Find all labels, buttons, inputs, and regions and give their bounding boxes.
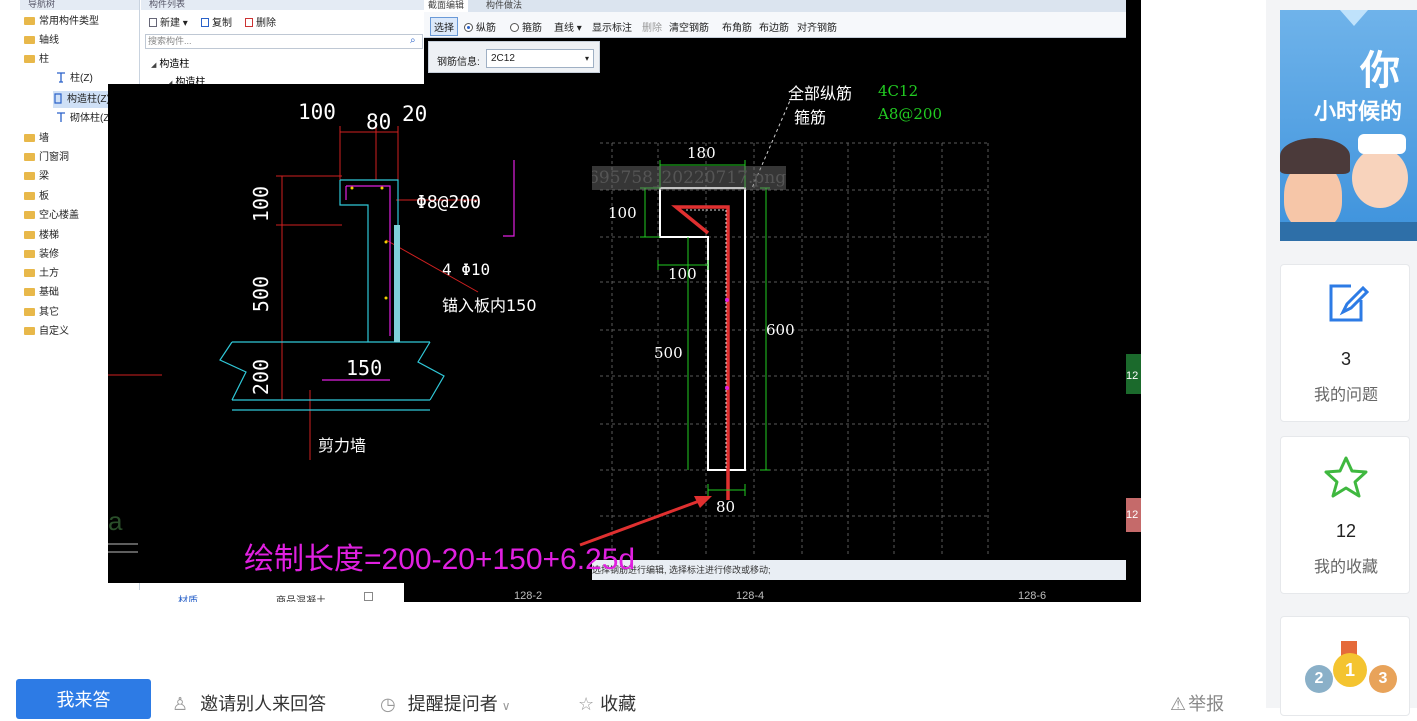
my-questions-count: 3 <box>1340 349 1351 369</box>
gold-medal-icon: 1 <box>1333 653 1367 687</box>
invite-answer-link[interactable]: ♙ 邀请别人来回答 <box>172 690 326 716</box>
my-questions-label: 我的问题 <box>1313 387 1378 404</box>
nurse-cap-illustration <box>1358 134 1406 154</box>
bronze-medal-icon: 3 <box>1369 665 1397 693</box>
answer-button[interactable]: 我来答 <box>16 679 151 719</box>
user-icon: ♙ <box>172 694 189 714</box>
right-sidebar: 你 小时候的 3 我的问题 12 我的收藏 2 1 3 <box>1266 0 1417 716</box>
ranking-card[interactable]: 2 1 3 <box>1280 616 1410 716</box>
collect-link[interactable]: ☆ 收藏 <box>578 690 636 716</box>
nurse-illustration <box>1352 148 1408 208</box>
remind-asker-link[interactable]: ◷ 提醒提问者 ∨ <box>380 690 511 716</box>
star-outline-icon: ☆ <box>578 694 595 714</box>
question-screenshot: 导航树 常用构件类型 轴线 柱 柱(Z) 构造柱(Z) 砌体柱(Z) 墙 门窗洞… <box>0 0 1141 602</box>
promo-banner[interactable]: 你 小时候的 <box>1280 10 1417 241</box>
medals-icon: 2 <box>1305 665 1333 693</box>
formula-annotation: 绘制长度=200-20+150+6.25d <box>244 543 636 576</box>
clock-icon: ◷ <box>380 694 396 714</box>
banner-subtitle: 小时候的 <box>1314 99 1403 124</box>
banner-title: 你 <box>1360 49 1400 93</box>
report-link[interactable]: ⚠ 举报 <box>1170 690 1224 716</box>
my-favorites-label: 我的收藏 <box>1313 559 1378 576</box>
warning-icon: ⚠ <box>1170 694 1187 714</box>
annotation-arrow <box>579 496 712 547</box>
edit-icon <box>1329 284 1369 322</box>
my-questions-card[interactable]: 3 我的问题 <box>1280 264 1410 422</box>
star-icon <box>1324 456 1368 498</box>
hair-illustration <box>1280 138 1350 174</box>
my-favorites-count: 12 <box>1335 521 1357 541</box>
banner-chevron-icon <box>1340 10 1368 26</box>
chevron-down-icon: ∨ <box>501 699 511 713</box>
banner-footer-illustration <box>1280 222 1417 241</box>
my-favorites-card[interactable]: 12 我的收藏 <box>1280 436 1410 594</box>
